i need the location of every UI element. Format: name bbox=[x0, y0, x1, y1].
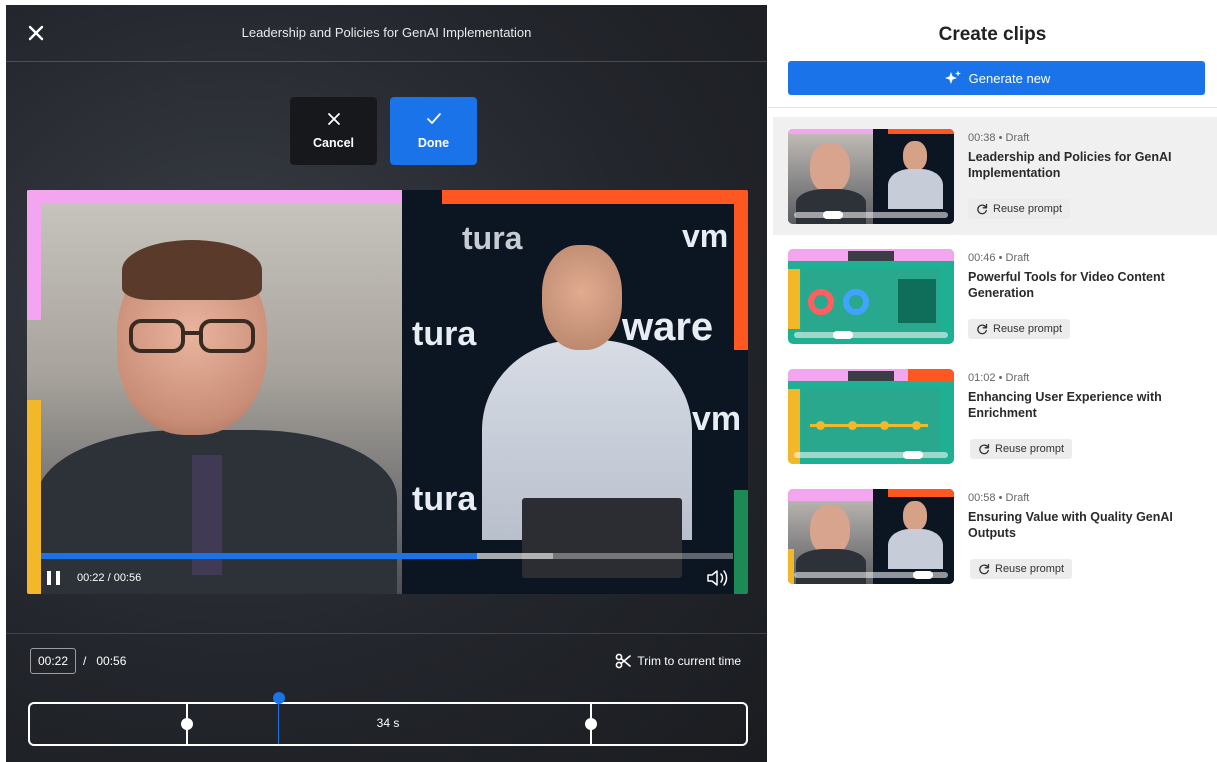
done-button[interactable]: Done bbox=[390, 97, 477, 165]
divider bbox=[768, 107, 1217, 108]
clip-title: Leadership and Policies for GenAI Implem… bbox=[968, 150, 1172, 180]
video-brand-text: vm bbox=[692, 400, 742, 438]
video-brand-text: vm bbox=[682, 218, 729, 254]
time-separator: / bbox=[83, 654, 87, 668]
clip-card[interactable]: 00:38 • Draft Leadership and Policies fo… bbox=[773, 117, 1217, 235]
editor-header: Leadership and Policies for GenAI Implem… bbox=[6, 5, 767, 62]
reuse-prompt-button[interactable]: Reuse prompt bbox=[970, 439, 1073, 459]
clip-thumbnail bbox=[788, 489, 954, 584]
clip-title: Powerful Tools for Video Content Generat… bbox=[968, 270, 1165, 300]
pause-icon[interactable] bbox=[47, 571, 61, 585]
cancel-button[interactable]: Cancel bbox=[290, 97, 377, 165]
clip-card[interactable]: 00:58 • Draft Ensuring Value with Qualit… bbox=[773, 477, 1217, 595]
video-brand-text: tura bbox=[462, 220, 523, 256]
trim-to-current-time-button[interactable]: Trim to current time bbox=[615, 651, 741, 671]
speaker-right-feed: tura vm tura ware vm tura bbox=[402, 190, 748, 594]
current-time-input[interactable]: 00:22 bbox=[30, 648, 76, 674]
create-clips-panel: Create clips Generate new 00:38 • Draft … bbox=[768, 0, 1217, 762]
video-brand-text: tura bbox=[412, 315, 477, 353]
trim-label: Trim to current time bbox=[637, 654, 741, 668]
clip-meta: 00:58 • Draft bbox=[968, 492, 1030, 504]
check-icon bbox=[426, 113, 441, 124]
sparkle-icon bbox=[944, 70, 961, 84]
progress-played bbox=[41, 553, 477, 559]
playhead-handle[interactable] bbox=[273, 692, 285, 704]
clip-title: Ensuring Value with Quality GenAI Output… bbox=[968, 510, 1173, 540]
video-brand-text: ware bbox=[622, 305, 714, 349]
clip-thumbnail bbox=[788, 129, 954, 224]
reuse-prompt-button[interactable]: Reuse prompt bbox=[968, 199, 1071, 219]
clip-meta: 00:46 • Draft bbox=[968, 252, 1030, 264]
clip-range-timeline[interactable]: 34 s bbox=[28, 692, 748, 746]
refresh-icon bbox=[979, 563, 990, 575]
video-brand-text: tura bbox=[412, 480, 477, 518]
video-player[interactable]: tura vm tura ware vm tura 00:22 / 00:56 bbox=[27, 190, 748, 594]
editor-title: Leadership and Policies for GenAI Implem… bbox=[241, 25, 532, 40]
scissors-icon bbox=[616, 653, 632, 669]
time-readout: 00:22 / 00:56 bbox=[77, 572, 142, 584]
refresh-icon bbox=[977, 323, 988, 335]
reuse-prompt-button[interactable]: Reuse prompt bbox=[968, 319, 1071, 339]
clip-title: Enhancing User Experience with Enrichmen… bbox=[968, 390, 1162, 420]
clip-meta: 01:02 • Draft bbox=[968, 372, 1030, 384]
player-controls: 00:22 / 00:56 bbox=[41, 568, 733, 588]
refresh-icon bbox=[979, 443, 990, 455]
clip-thumbnail bbox=[788, 369, 954, 464]
divider bbox=[6, 633, 767, 634]
done-label: Done bbox=[417, 136, 450, 150]
panel-title: Create clips bbox=[938, 24, 1047, 45]
generate-label: Generate new bbox=[968, 70, 1051, 86]
video-progress-bar[interactable] bbox=[41, 553, 733, 559]
close-icon bbox=[327, 113, 340, 125]
reuse-prompt-button[interactable]: Reuse prompt bbox=[970, 559, 1073, 579]
clip-meta: 00:38 • Draft bbox=[968, 132, 1030, 144]
refresh-icon bbox=[977, 203, 988, 215]
speaker-left-feed bbox=[27, 190, 402, 594]
clip-duration: 34 s bbox=[376, 716, 400, 730]
clip-card[interactable]: 01:02 • Draft Enhancing User Experience … bbox=[773, 357, 1217, 475]
total-time-value: 00:56 bbox=[96, 654, 127, 668]
total-time: / 00:56 bbox=[83, 654, 126, 668]
cancel-label: Cancel bbox=[313, 136, 354, 150]
clip-card[interactable]: 00:46 • Draft Powerful Tools for Video C… bbox=[773, 237, 1217, 355]
playhead-line bbox=[278, 698, 279, 744]
generate-new-button[interactable]: Generate new bbox=[788, 61, 1205, 95]
clip-editor: Leadership and Policies for GenAI Implem… bbox=[6, 5, 767, 762]
clip-thumbnail bbox=[788, 249, 954, 344]
volume-icon[interactable] bbox=[705, 568, 731, 588]
